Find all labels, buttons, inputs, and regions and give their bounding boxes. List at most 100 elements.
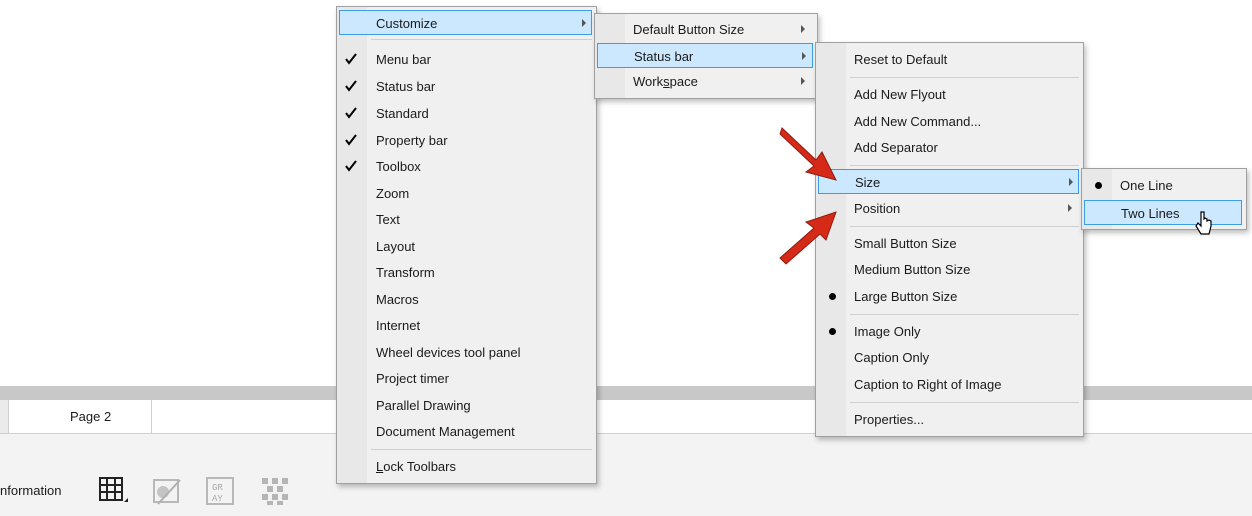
menu-item-label: Layout — [376, 239, 416, 254]
menu-item-image-only[interactable]: Image Only — [818, 319, 1079, 344]
menu-item-label: Status bar — [376, 79, 436, 94]
color-proof-icon[interactable] — [150, 474, 184, 508]
menu-item-two-lines[interactable]: Two Lines — [1084, 200, 1242, 225]
menu-item-label: Document Management — [376, 424, 515, 439]
menu-item-label: Reset to Default — [854, 52, 948, 67]
status-info-label: nformation — [0, 483, 62, 498]
menu-item-add-new-command[interactable]: Add New Command... — [818, 109, 1079, 134]
menu-item-zoom[interactable]: Zoom — [339, 181, 592, 206]
svg-text:AY: AY — [212, 494, 223, 504]
menu-separator — [850, 402, 1079, 403]
menu-item-one-line[interactable]: One Line — [1084, 173, 1242, 198]
customize-submenu: Default Button Size Status bar Workspace — [594, 13, 818, 99]
menu-item-internet[interactable]: Internet — [339, 313, 592, 338]
page-nav-edge — [0, 400, 9, 433]
pattern-icon[interactable] — [258, 474, 292, 508]
status-bar-submenu: Reset to Default Add New Flyout Add New … — [815, 42, 1084, 437]
menu-item-label: Parallel Drawing — [376, 398, 471, 413]
label-part: Work — [633, 74, 664, 89]
menu-item-medium-button-size[interactable]: Medium Button Size — [818, 257, 1079, 282]
menu-item-caption-only[interactable]: Caption Only — [818, 345, 1079, 370]
menu-item-label: Medium Button Size — [854, 262, 971, 277]
submenu-arrow-icon — [802, 52, 806, 60]
menu-item-transform[interactable]: Transform — [339, 260, 592, 285]
menu-item-project-timer[interactable]: Project timer — [339, 366, 592, 391]
radio-dot-icon — [829, 293, 836, 300]
radio-dot-icon — [829, 328, 836, 335]
menu-item-label: Two Lines — [1121, 206, 1180, 221]
menu-item-add-new-flyout[interactable]: Add New Flyout — [818, 82, 1079, 107]
accelerator-key: L — [376, 459, 384, 474]
menu-item-label: Menu bar — [376, 52, 431, 67]
annotation-arrow-icon — [779, 211, 837, 265]
menu-item-parallel-drawing[interactable]: Parallel Drawing — [339, 393, 592, 418]
menu-item-menu-bar[interactable]: Menu bar — [339, 47, 592, 72]
menu-item-label: Add Separator — [854, 140, 938, 155]
menu-item-label: Project timer — [376, 371, 449, 386]
menu-item-label: Property bar — [376, 133, 448, 148]
menu-item-label: Small Button Size — [854, 236, 957, 251]
grayscale-icon[interactable]: GR AY — [203, 474, 237, 508]
menu-item-add-separator[interactable]: Add Separator — [818, 135, 1079, 160]
menu-item-label: Customize — [376, 16, 438, 31]
page-tab[interactable]: Page 2 — [9, 400, 152, 433]
menu-item-default-button-size[interactable]: Default Button Size — [597, 17, 813, 42]
menu-item-document-management[interactable]: Document Management — [339, 419, 592, 444]
status-bar — [0, 434, 1252, 516]
menu-item-reset-to-default[interactable]: Reset to Default — [818, 47, 1079, 72]
menu-item-status-bar[interactable]: Status bar — [597, 43, 813, 68]
menu-item-label: Standard — [376, 106, 429, 121]
menu-separator — [371, 449, 592, 450]
menu-separator — [850, 77, 1079, 78]
grid-icon[interactable] — [97, 474, 131, 508]
submenu-arrow-icon — [582, 19, 586, 27]
annotation-arrow-icon — [779, 127, 837, 181]
menu-item-toolbox[interactable]: Toolbox — [339, 154, 592, 179]
menu-item-label: Internet — [376, 318, 421, 333]
menu-item-workspace[interactable]: Workspace — [597, 69, 813, 94]
menu-separator — [850, 314, 1079, 315]
menu-item-label: Transform — [376, 265, 435, 280]
menu-item-label: Macros — [376, 292, 419, 307]
checkmark-icon — [345, 107, 357, 119]
menu-item-large-button-size[interactable]: Large Button Size — [818, 284, 1079, 309]
menu-item-customize[interactable]: Customize — [339, 10, 592, 35]
menu-item-label: Image Only — [854, 324, 921, 339]
menu-item-standard[interactable]: Standard — [339, 101, 592, 126]
menu-item-label: Text — [376, 212, 400, 227]
menu-item-text[interactable]: Text — [339, 207, 592, 232]
menu-item-label: Zoom — [376, 186, 410, 201]
menu-item-label: Workspace — [633, 69, 698, 94]
menu-item-properties[interactable]: Properties... — [818, 407, 1079, 432]
svg-text:GR: GR — [212, 483, 223, 493]
menu-item-label: Position — [854, 201, 901, 216]
label-part: pace — [669, 74, 698, 89]
menu-item-position[interactable]: Position — [818, 196, 1079, 221]
menu-item-label: Lock Toolbars — [376, 459, 456, 474]
toolbars-context-menu: Customize Menu bar Status bar Standard P… — [336, 6, 597, 484]
menu-item-layout[interactable]: Layout — [339, 234, 592, 259]
menu-item-caption-right[interactable]: Caption to Right of Image — [818, 372, 1079, 397]
menu-item-small-button-size[interactable]: Small Button Size — [818, 231, 1079, 256]
menu-item-macros[interactable]: Macros — [339, 287, 592, 312]
menu-item-label: Default Button Size — [633, 22, 745, 37]
menu-separator — [850, 165, 1079, 166]
submenu-arrow-icon — [801, 25, 805, 33]
menu-item-status-bar[interactable]: Status bar — [339, 74, 592, 99]
menu-item-label: Size — [855, 175, 881, 190]
submenu-arrow-icon — [1069, 178, 1073, 186]
page-tab-label: Page 2 — [70, 409, 112, 424]
checkmark-icon — [345, 134, 357, 146]
menu-item-label: Toolbox — [376, 159, 421, 174]
checkmark-icon — [345, 80, 357, 92]
menu-item-label: Caption to Right of Image — [854, 377, 1002, 392]
menu-item-label: Properties... — [854, 412, 925, 427]
menu-item-wheel-devices[interactable]: Wheel devices tool panel — [339, 340, 592, 365]
menu-item-size[interactable]: Size — [818, 169, 1079, 194]
menu-item-label: Add New Command... — [854, 114, 982, 129]
mouse-pointer-icon — [1195, 211, 1212, 235]
menu-item-property-bar[interactable]: Property bar — [339, 128, 592, 153]
checkmark-icon — [345, 160, 357, 172]
menu-item-label: Large Button Size — [854, 289, 958, 304]
menu-item-lock-toolbars[interactable]: Lock Toolbars — [339, 454, 592, 479]
